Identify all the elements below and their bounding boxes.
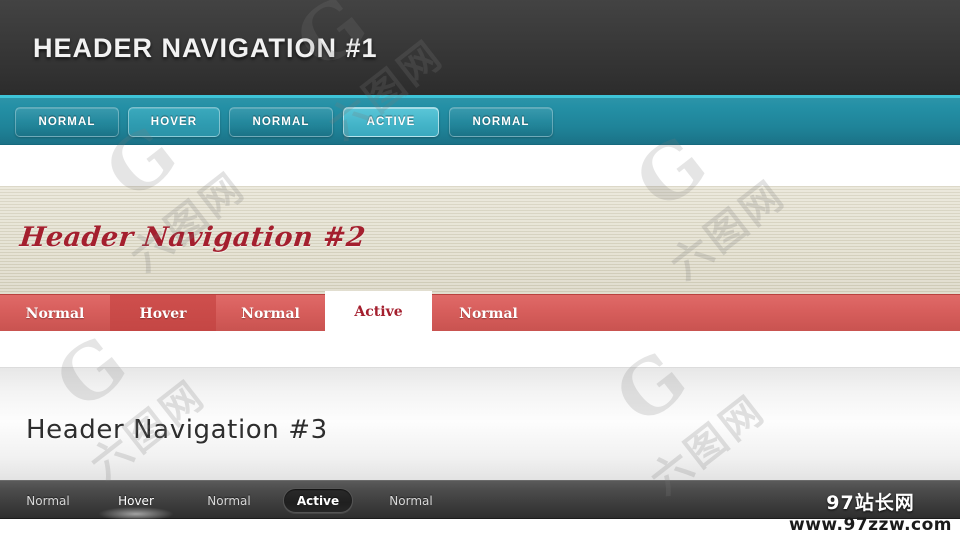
section-2-navbar: Normal Hover Normal Active Normal [0, 291, 960, 332]
nav3-item-0[interactable]: Normal [22, 488, 74, 513]
nav2-item-2-label: Normal [241, 305, 300, 322]
nav1-item-1-label: HOVER [150, 116, 198, 128]
nav1-item-0[interactable]: NORMAL [15, 107, 119, 137]
nav2-item-1-label: Hover [139, 305, 187, 322]
nav1-item-3-label: ACTIVE [366, 116, 416, 128]
nav2-item-3[interactable]: Active [325, 291, 432, 332]
nav3-item-1[interactable]: Hover [99, 488, 173, 521]
section-1-title: HEADER NAVIGATION #1 [33, 33, 378, 63]
nav2-item-4-label: Normal [459, 305, 518, 322]
section-3-navbar: Normal Hover Normal Active Normal [0, 480, 960, 521]
nav3-item-3[interactable]: Active [283, 488, 353, 513]
nav2-item-3-label: Active [354, 303, 403, 320]
nav3-item-3-label: Active [296, 493, 340, 508]
nav1-item-0-label: NORMAL [38, 116, 96, 128]
page-bottom-spacer [0, 519, 960, 539]
nav3-item-1-label: Hover [118, 493, 154, 508]
nav1-item-4-label: NORMAL [472, 116, 530, 128]
nav3-item-0-label: Normal [26, 493, 70, 508]
section-1-navbar: NORMAL HOVER NORMAL ACTIVE NORMAL [0, 95, 960, 145]
section-divider-1 [0, 146, 960, 186]
nav2-item-1[interactable]: Hover [110, 295, 216, 332]
section-2-title: Header Navigation #2 [18, 222, 368, 253]
nav3-item-4-label: Normal [389, 493, 433, 508]
nav3-item-4[interactable]: Normal [385, 488, 437, 513]
nav2-item-2[interactable]: Normal [216, 295, 325, 332]
nav1-item-3[interactable]: ACTIVE [343, 107, 439, 137]
nav2-item-0-label: Normal [25, 305, 85, 322]
nav1-item-1[interactable]: HOVER [128, 107, 220, 137]
nav3-item-2-label: Normal [207, 493, 251, 508]
section-divider-2 [0, 331, 960, 367]
nav1-item-2[interactable]: NORMAL [229, 107, 333, 137]
nav2-item-0[interactable]: Normal [0, 295, 110, 332]
nav2-item-4[interactable]: Normal [432, 295, 545, 332]
section-3-title: Header Navigation #3 [26, 415, 328, 445]
page-root: HEADER NAVIGATION #1 NORMAL HOVER NORMAL… [0, 0, 960, 539]
nav1-item-4[interactable]: NORMAL [449, 107, 553, 137]
nav3-item-2[interactable]: Normal [203, 488, 255, 513]
nav1-item-2-label: NORMAL [252, 116, 310, 128]
